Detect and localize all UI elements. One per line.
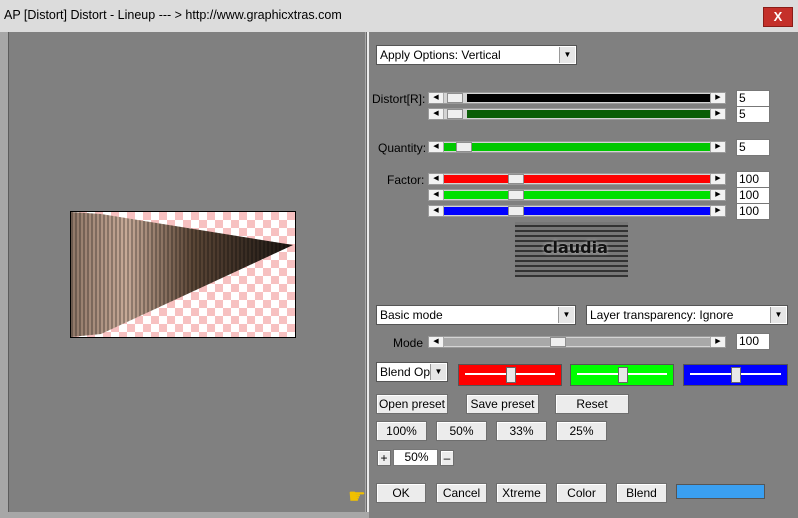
open-preset-button[interactable]: Open preset [376,394,448,414]
slider-fill [467,94,710,102]
quantity-value[interactable]: 5 [736,139,770,156]
arrow-right-icon[interactable]: ▶ [710,206,725,216]
arrow-left-icon[interactable]: ◀ [429,206,444,216]
slider-thumb[interactable] [508,174,524,184]
reset-button[interactable]: Reset [555,394,629,414]
mode-select-value: Basic mode [380,308,443,322]
chevron-down-icon[interactable]: ▼ [559,47,575,63]
blend-options-value: Blend Optic [380,365,432,379]
color-bar[interactable] [676,484,765,499]
blend-swatch-red[interactable] [458,364,562,386]
cancel-button[interactable]: Cancel [436,483,487,503]
distort-label: Distort[R]: [372,92,426,106]
chevron-down-icon[interactable]: ▼ [430,364,446,380]
factor-slider-3[interactable]: ◀ ▶ [428,205,726,217]
arrow-left-icon[interactable]: ◀ [429,93,444,103]
title-bar: AP [Distort] Distort - Lineup --- > http… [0,0,798,32]
distort-slider-2[interactable]: ◀ ▶ [428,108,726,120]
arrow-right-icon[interactable]: ▶ [710,337,725,347]
slider-thumb[interactable] [447,109,463,119]
slider-fill [444,143,710,151]
distort-slider-1[interactable]: ◀ ▶ [428,92,726,104]
logo-image: claudia [515,222,628,277]
zoom-50-button[interactable]: 50% [436,421,487,441]
apply-options-value: Apply Options: Vertical [380,48,501,62]
slider-thumb[interactable] [508,206,524,216]
arrow-left-icon[interactable]: ◀ [429,337,444,347]
zoom-100-button[interactable]: 100% [376,421,427,441]
factor-slider-1[interactable]: ◀ ▶ [428,173,726,185]
zoom-in-button[interactable]: + [377,450,391,466]
preview-image [70,211,296,338]
chevron-down-icon[interactable]: ▼ [558,307,574,323]
chevron-down-icon[interactable]: ▼ [770,307,786,323]
mode-select[interactable]: Basic mode ▼ [376,305,576,325]
arrow-right-icon[interactable]: ▶ [710,190,725,200]
swatch-knob[interactable] [731,367,741,383]
arrow-left-icon[interactable]: ◀ [429,142,444,152]
arrow-left-icon[interactable]: ◀ [429,190,444,200]
blend-button[interactable]: Blend [616,483,667,503]
mode-value[interactable]: 100 [736,333,770,350]
zoom-out-button[interactable]: – [440,450,454,466]
close-button[interactable]: X [763,7,793,27]
blend-swatch-green[interactable] [570,364,674,386]
slider-thumb[interactable] [456,142,472,152]
logo-text: claudia [543,238,608,257]
factor-value-2[interactable]: 100 [736,187,770,204]
zoom-25-button[interactable]: 25% [556,421,607,441]
factor-value-3[interactable]: 100 [736,203,770,220]
arrow-right-icon[interactable]: ▶ [710,142,725,152]
pointing-hand-icon: ☛ [348,486,366,508]
blend-options-select[interactable]: Blend Optic ▼ [376,362,448,382]
apply-options-select[interactable]: Apply Options: Vertical ▼ [376,45,577,65]
preview-graphic [71,212,293,337]
slider-thumb[interactable] [508,190,524,200]
slider-fill [444,338,710,346]
blend-swatch-blue[interactable] [683,364,788,386]
arrow-right-icon[interactable]: ▶ [710,109,725,119]
arrow-left-icon[interactable]: ◀ [429,109,444,119]
save-preset-button[interactable]: Save preset [466,394,539,414]
quantity-slider[interactable]: ◀ ▶ [428,141,726,153]
slider-fill [444,175,710,183]
layer-transparency-value: Layer transparency: Ignore [590,308,734,322]
factor-label: Factor: [387,173,425,187]
arrow-left-icon[interactable]: ◀ [429,174,444,184]
slider-thumb[interactable] [447,93,463,103]
ok-button[interactable]: OK [376,483,426,503]
zoom-value[interactable]: 50% [393,449,438,466]
swatch-knob[interactable] [618,367,628,383]
distort-value-2[interactable]: 5 [736,106,770,123]
xtreme-button[interactable]: Xtreme [496,483,547,503]
color-button[interactable]: Color [556,483,607,503]
quantity-label: Quantity: [378,141,427,155]
factor-slider-2[interactable]: ◀ ▶ [428,189,726,201]
zoom-33-button[interactable]: 33% [496,421,547,441]
slider-fill [444,207,710,215]
slider-fill [467,110,710,118]
mode-label: Mode [393,336,424,350]
layer-transparency-select[interactable]: Layer transparency: Ignore ▼ [586,305,788,325]
slider-fill [444,191,710,199]
distort-value-1[interactable]: 5 [736,90,770,107]
arrow-right-icon[interactable]: ▶ [710,93,725,103]
swatch-knob[interactable] [506,367,516,383]
window-title: AP [Distort] Distort - Lineup --- > http… [4,8,342,22]
arrow-right-icon[interactable]: ▶ [710,174,725,184]
factor-value-1[interactable]: 100 [736,171,770,188]
mode-slider[interactable]: ◀ ▶ [428,336,726,348]
slider-thumb[interactable] [550,337,566,347]
